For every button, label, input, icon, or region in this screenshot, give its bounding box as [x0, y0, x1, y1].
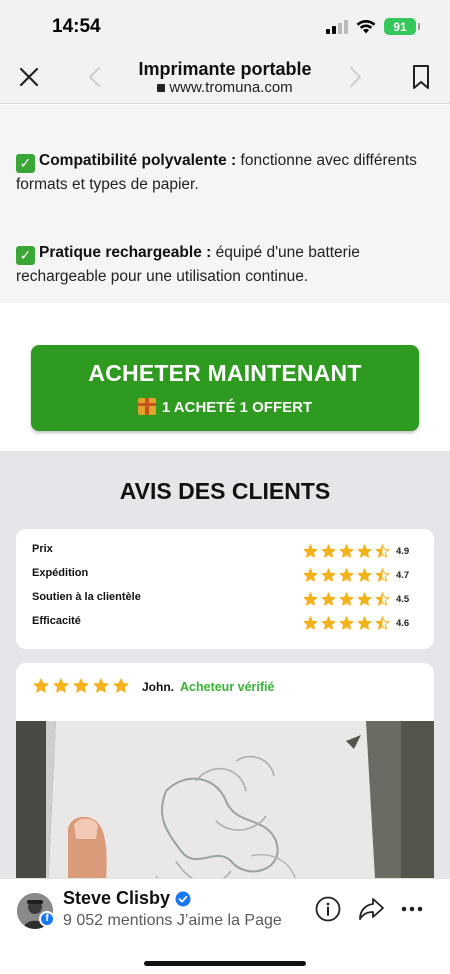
- cta-section: ACHETER MAINTENANT 1 ACHETÉ 1 OFFERT: [0, 303, 450, 451]
- review-card: John. Acheteur vérifié: [16, 663, 434, 878]
- page-name[interactable]: Steve Clisby: [63, 888, 170, 909]
- star-icon: [339, 592, 354, 606]
- browser-nav-bar: Imprimante portable www.tromuna.com: [0, 50, 450, 104]
- rating-value: 4.6: [396, 618, 410, 629]
- status-time: 14:54: [52, 16, 101, 37]
- half-star-icon: [375, 568, 390, 582]
- buy-now-button[interactable]: ACHETER MAINTENANT 1 ACHETÉ 1 OFFERT: [31, 345, 419, 431]
- rating-row: Prix 4.9: [32, 541, 422, 563]
- status-bar: 14:54 91: [0, 0, 450, 50]
- forward-arrow-icon[interactable]: [346, 66, 364, 88]
- checkmark-icon: ✓: [16, 154, 35, 173]
- rating-label: Prix: [32, 543, 53, 555]
- half-star-icon: [375, 544, 390, 558]
- checkmark-icon: ✓: [16, 246, 35, 265]
- rating-value: 4.7: [396, 570, 410, 581]
- star-icon: [339, 616, 354, 630]
- star-icon: [339, 568, 354, 582]
- verified-buyer-label: Acheteur vérifié: [180, 680, 275, 694]
- rating-label: Soutien à la clientèle: [32, 591, 141, 603]
- star-icon: [357, 568, 372, 582]
- offer-text: 1 ACHETÉ 1 OFFERT: [161, 399, 313, 416]
- star-icon: [321, 568, 336, 582]
- feature-item: ✓ Pratique rechargeable : équipé d'une ba…: [16, 241, 436, 289]
- star-icon: [357, 544, 372, 558]
- facebook-page-bar: f Steve Clisby 9 052 mentions J’aime la …: [0, 878, 450, 974]
- reviews-title: AVIS DES CLIENTS: [119, 478, 331, 504]
- rating-stars: [303, 544, 390, 559]
- star-icon: [113, 678, 129, 693]
- star-icon: [303, 592, 318, 606]
- ratings-card: Prix 4.9 Expédition 4.7 Soutien à la cli…: [16, 529, 434, 649]
- rating-value: 4.5: [396, 594, 410, 605]
- lock-icon: [157, 84, 166, 92]
- feature-item: ✓ Compatibilité polyvalente : fonctionne …: [16, 149, 436, 197]
- rating-stars: [303, 568, 390, 583]
- page-url-text: www.tromuna.com: [169, 79, 293, 96]
- rating-label: Expédition: [32, 567, 89, 579]
- star-icon: [53, 678, 69, 693]
- facebook-icon: f: [39, 911, 55, 927]
- cellular-signal-icon: [326, 19, 348, 34]
- star-icon: [357, 592, 372, 606]
- wifi-icon: [356, 19, 376, 34]
- home-indicator: [144, 961, 306, 966]
- star-icon: [339, 544, 354, 558]
- star-icon: [321, 592, 336, 606]
- feature-bold: Compatibilité polyvalente :: [39, 152, 237, 169]
- gift-icon: [137, 398, 156, 415]
- star-icon: [321, 544, 336, 558]
- star-icon: [303, 616, 318, 630]
- share-icon[interactable]: [357, 896, 385, 922]
- rating-row: Efficacité 4.6: [32, 613, 422, 635]
- rating-label: Efficacité: [32, 615, 81, 627]
- rating-stars: [303, 616, 390, 631]
- star-icon: [33, 678, 49, 693]
- buy-now-label: ACHETER MAINTENANT: [88, 360, 362, 386]
- star-icon: [303, 568, 318, 582]
- half-star-icon: [375, 592, 390, 606]
- star-icon: [303, 544, 318, 558]
- feature-bold: Pratique rechargeable :: [39, 244, 212, 261]
- star-icon: [321, 616, 336, 630]
- feature-list: ✓ Compatibilité polyvalente : fonctionne …: [0, 105, 450, 303]
- page-url: www.tromuna.com: [0, 79, 450, 96]
- verified-badge-icon: [175, 891, 191, 907]
- battery-indicator: 91: [384, 18, 420, 35]
- bookmark-icon[interactable]: [411, 64, 431, 90]
- rating-row: Expédition 4.7: [32, 565, 422, 587]
- half-star-icon: [375, 616, 390, 630]
- rating-stars: [303, 592, 390, 607]
- more-icon[interactable]: [401, 901, 423, 917]
- info-icon[interactable]: [315, 896, 341, 922]
- reviews-section: AVIS DES CLIENTS Prix 4.9 Expédition 4.7…: [0, 451, 450, 878]
- review-author: John.: [142, 680, 174, 694]
- star-icon: [357, 616, 372, 630]
- rating-row: Soutien à la clientèle 4.5: [32, 589, 422, 611]
- status-icons: 91: [326, 18, 420, 35]
- review-stars: [33, 678, 129, 694]
- star-icon: [93, 678, 109, 693]
- page-likes: 9 052 mentions J’aime la Page: [63, 912, 282, 929]
- offer-label: 1 ACHETÉ 1 OFFERT: [31, 398, 419, 416]
- page-title: Imprimante portable: [138, 59, 312, 79]
- rating-value: 4.9: [396, 546, 410, 557]
- star-icon: [73, 678, 89, 693]
- review-photo[interactable]: [16, 721, 434, 878]
